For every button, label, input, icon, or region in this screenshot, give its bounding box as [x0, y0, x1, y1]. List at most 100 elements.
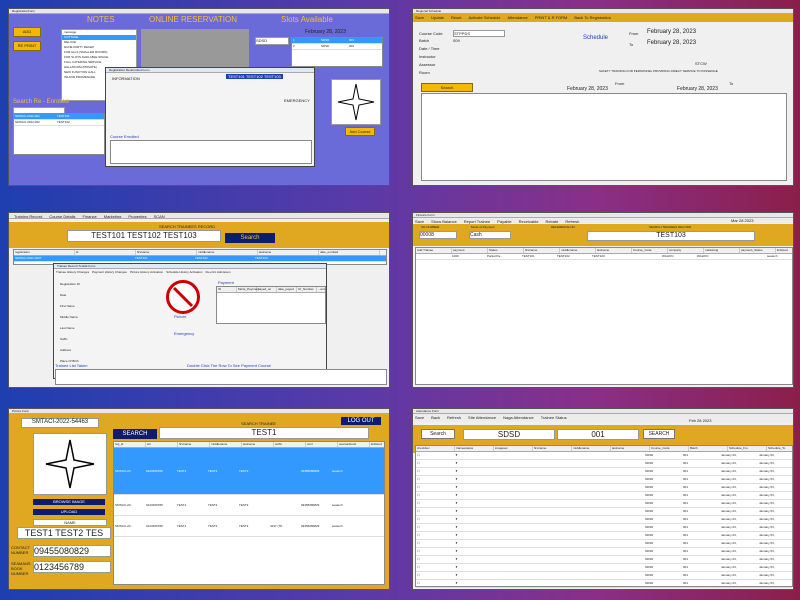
batch-value[interactable]: 009 — [453, 38, 460, 43]
trainee-edit-tab-2[interactable]: Picture History Activation — [130, 270, 163, 274]
attendance-row[interactable]: ☐ ▼ SDSD 001 January 03, January 03, — [416, 532, 792, 540]
from-date[interactable]: February 28, 2023 — [647, 29, 696, 35]
logout-button[interactable]: LOG OUT — [341, 417, 381, 425]
attendance-row[interactable]: ☐ ▼ SDSD 001 January 03, January 03, — [416, 556, 792, 564]
trainee-name-value[interactable]: TEST1 TEST2 TES — [17, 527, 111, 539]
attendance-toolbar-item-1[interactable]: Back — [429, 414, 442, 421]
contact-value[interactable]: 09455080829 — [33, 545, 111, 557]
attendance-row-cell-7: 001 — [683, 565, 689, 569]
trainee-menu-item-3[interactable]: Marketing — [102, 213, 124, 218]
finance-row[interactable]: 1000 Partial Pa... TEST101 TEST102 TEST103 WA… — [416, 254, 792, 260]
trainee-menu-item-4[interactable]: Properties — [126, 213, 148, 218]
picture-grid[interactable]: reg_id srn firstname middlename lastname suff… — [113, 441, 385, 585]
attendance-row[interactable]: ☐ ▼ SDSD 001 January 03, January 03, — [416, 500, 792, 508]
to-date-2[interactable]: February 28, 2023 — [677, 86, 718, 92]
slots-row-cell-2: 001 — [349, 38, 355, 42]
attendance-course-field[interactable]: SDSD — [463, 429, 555, 440]
attendance-row[interactable]: ☐ ▼ SDSD 001 January 03, January 03, — [416, 524, 792, 532]
picture-row[interactable]: SMTACI-20.. 0123456789 TEST1 TEST2 TEST3 0945… — [114, 448, 384, 495]
from-date-2[interactable]: February 28, 2023 — [567, 86, 608, 92]
schedule-toolbar-item-4[interactable]: Attendance — [506, 14, 530, 21]
to-date[interactable]: February 28, 2023 — [647, 40, 696, 46]
course-code-combo[interactable]: STPPDS — [453, 30, 505, 37]
finance-grid[interactable]: Add Trainee payment Status firstname middlen… — [415, 247, 793, 385]
trainee-field-label: Address — [60, 348, 72, 352]
attendance-grid[interactable]: checkbox traineestatus imagesec firstname mi… — [415, 445, 793, 588]
add-button[interactable]: ADD — [13, 27, 41, 37]
attendance-row-cell-6: SDSD — [645, 509, 654, 513]
picture-row[interactable]: SMTACI-20.. 0123456789 TEST1 TEST2 TEST3 0945… — [114, 495, 384, 516]
trainee-menu-item-0[interactable]: Training Record — [12, 213, 44, 218]
attendance-row[interactable]: ☐ ▼ SDSD 001 January 03, January 03, — [416, 508, 792, 516]
attendance-row[interactable]: ☐ ▼ SDSD 001 January 03, January 03, — [416, 484, 792, 492]
attendance-row[interactable]: ☐ ▼ SDSD 001 January 03, January 03, — [416, 452, 792, 460]
info-tab[interactable]: INFORMATION — [112, 76, 140, 81]
schedule-toolbar-item-3[interactable]: Activate Schedule — [466, 14, 502, 21]
reenrolled-grid[interactable]: SMTACI-2022-001 TEST101 SMTACI-2022-002 TES… — [13, 113, 105, 155]
reenrolled-photo — [331, 79, 381, 125]
or-number-field[interactable]: 00008 — [419, 231, 457, 239]
schedule-toolbar-item-2[interactable]: Reset — [449, 14, 463, 21]
trainee-edit-tab-4[interactable]: Re-print Admission — [205, 270, 230, 274]
finance-row-cell-5: TEST103 — [592, 254, 605, 258]
upload-button[interactable]: UPLOAD — [33, 509, 105, 515]
slots-row-cell-0: 2 — [293, 44, 295, 48]
reenrolled-row-cell-0: SMTACI-2022-002 — [15, 120, 40, 124]
schedule-toolbar-item-5[interactable]: PRINT & R FORM — [533, 14, 570, 21]
picture-search-button[interactable]: SEARCH — [113, 429, 157, 439]
attendance-toolbar-item-0[interactable]: Save — [413, 414, 426, 421]
schedule-toolbar-item-1[interactable]: Update — [429, 14, 446, 21]
course-enrolled-grid[interactable] — [110, 140, 312, 164]
finance-header-label-3: SEARCH TRAINEES RECORD — [649, 225, 692, 229]
attendance-row[interactable]: ☐ ▼ SDSD 001 January 03, January 03, — [416, 572, 792, 580]
trainee-name-field[interactable]: TEST101 TEST102 TEST103 — [67, 230, 221, 242]
browse-image-button[interactable]: BROWSE IMAGE — [33, 499, 105, 505]
slot-course-combo[interactable]: SDSD — [255, 37, 289, 45]
picture-row[interactable]: SMTACI-20.. 0123456789 TEST1 TEST2 TEST3 4237… — [114, 516, 384, 537]
reprint-button[interactable]: RE PRINT — [13, 41, 41, 51]
trainee-edit-tab-0[interactable]: Trainee History Changes — [56, 270, 89, 274]
trainee-search-button[interactable]: Search — [225, 233, 275, 243]
attendance-toolbar-item-3[interactable]: Site Attendance — [466, 414, 498, 421]
finance-grid-col-6: Course_Code — [632, 248, 668, 253]
attendance-row[interactable]: ☐ ▼ SDSD 001 January 03, January 03, — [416, 516, 792, 524]
trainee-menu-item-2[interactable]: Finance — [81, 213, 99, 218]
attendance-search-button-2[interactable]: SEARCH — [643, 429, 675, 439]
attendance-toolbar-item-5[interactable]: Trainee Status — [539, 414, 569, 421]
attendance-row-cell-7: 001 — [683, 533, 689, 537]
attendance-toolbar-item-2[interactable]: Refresh — [445, 414, 463, 421]
slots-grid[interactable]: 1 SDSD 001 2 SDSD 002 — [291, 37, 383, 67]
slot-date[interactable]: February 28, 2023 — [305, 29, 346, 35]
emergency-label: Emergency — [174, 331, 195, 336]
seaman-value[interactable]: 0123456789 — [33, 561, 111, 573]
trainee-list-grid[interactable] — [55, 369, 387, 385]
add-course-button[interactable]: Add Course — [345, 127, 375, 136]
schedule-grid[interactable] — [421, 93, 787, 181]
attendance-row-cell-0: ☐ — [417, 541, 420, 545]
attendance-toolbar-item-4[interactable]: Naga Attendance — [501, 414, 536, 421]
schedule-search-button[interactable]: Search — [421, 83, 473, 92]
attendance-row[interactable]: ☐ ▼ SDSD 001 January 03, January 03, — [416, 468, 792, 476]
trainee-edit-tab-1[interactable]: Payment History Changes — [92, 270, 127, 274]
reenrolled-row[interactable]: SMTACI-2022-002 TEST102 — [14, 120, 104, 126]
trainee-edit-tab-3[interactable]: Schedule History Activation — [166, 270, 202, 274]
trainee-result-row[interactable]: SMTACI-2022-0027... TEST101 TEST102 TEST103… — [14, 256, 386, 262]
schedule-toolbar-item-0[interactable]: Save — [413, 14, 426, 21]
finance-name-field[interactable]: TEST103 — [587, 231, 755, 241]
attendance-row[interactable]: ☐ ▼ SDSD 001 January 03, January 03, — [416, 460, 792, 468]
trainee-menu-item-5[interactable]: SCAN — [152, 213, 167, 218]
payment-mode-combo[interactable]: Cash — [469, 231, 511, 239]
attendance-row[interactable]: ☐ ▼ SDSD 001 January 03, January 03, — [416, 548, 792, 556]
picture-search-input[interactable]: TEST1 — [159, 427, 369, 439]
attendance-batch-field[interactable]: 001 — [557, 429, 639, 440]
attendance-row[interactable]: ☐ ▼ SDSD 001 January 03, January 03, — [416, 564, 792, 572]
attendance-row[interactable]: ☐ ▼ SDSD 001 January 03, January 03, — [416, 580, 792, 588]
slots-row[interactable]: 2 SDSD 002 — [292, 44, 382, 50]
attendance-row[interactable]: ☐ ▼ SDSD 001 January 03, January 03, — [416, 476, 792, 484]
attendance-row[interactable]: ☐ ▼ SDSD 001 January 03, January 03, — [416, 492, 792, 500]
attendance-row[interactable]: ☐ ▼ SDSD 001 January 03, January 03, — [416, 540, 792, 548]
schedule-toolbar-item-6[interactable]: Back To Registration — [572, 14, 613, 21]
attendance-search-button[interactable]: Search — [421, 429, 455, 439]
payment-grid[interactable]: ID Mode_Paymentpayed_on date_payed Or_Numbe… — [216, 286, 326, 324]
trainee-menu-item-1[interactable]: Course Details — [47, 213, 77, 218]
